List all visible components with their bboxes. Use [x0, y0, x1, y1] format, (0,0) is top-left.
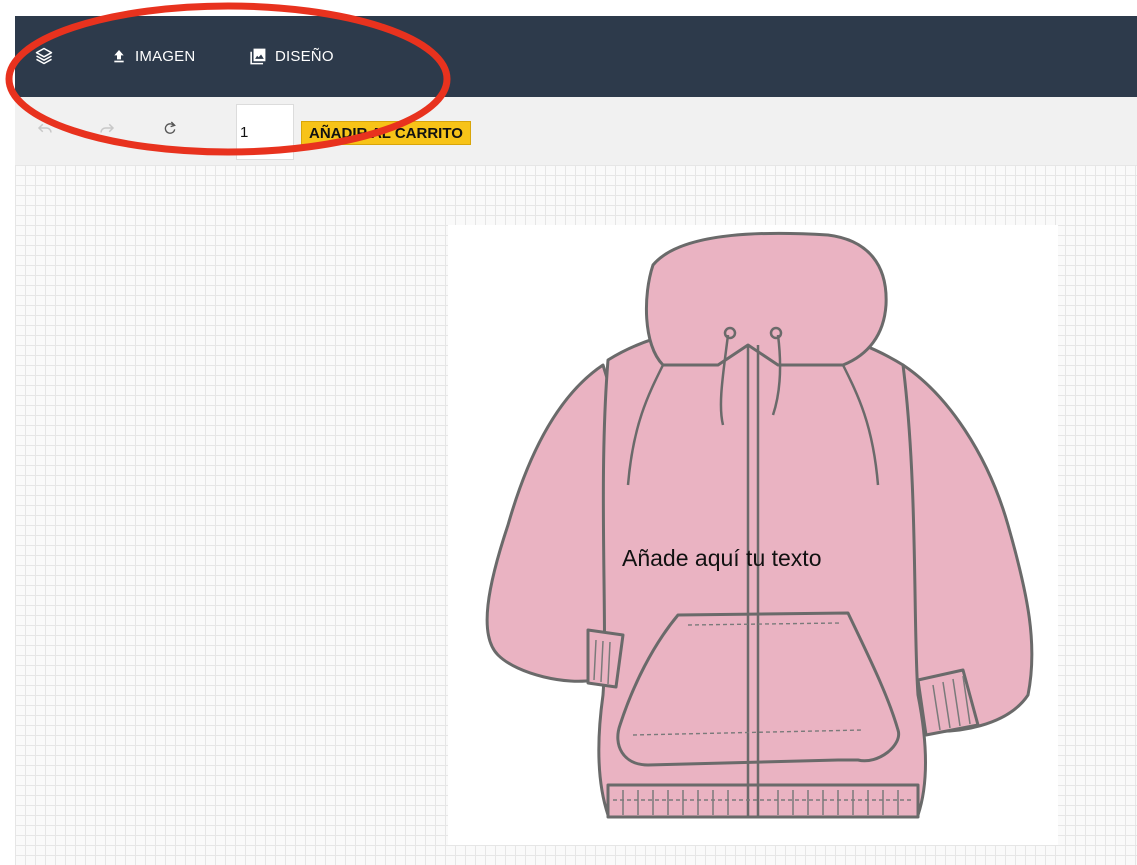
- layers-icon: [34, 46, 54, 66]
- product-image: [448, 225, 1058, 845]
- undo-button[interactable]: [36, 121, 54, 139]
- undo-icon: [36, 119, 54, 142]
- upload-icon: [111, 48, 127, 64]
- upload-image-label: IMAGEN: [135, 47, 196, 65]
- add-to-cart-button[interactable]: AÑADIR AL CARRITO: [301, 121, 471, 145]
- upload-image-button[interactable]: IMAGEN: [111, 44, 195, 68]
- image-icon: [248, 47, 267, 66]
- design-label: DISEÑO: [275, 47, 334, 65]
- reset-button[interactable]: [161, 121, 179, 139]
- design-canvas[interactable]: [15, 165, 1137, 865]
- hoodie-illustration: [485, 231, 1034, 819]
- redo-button[interactable]: [98, 121, 116, 139]
- design-text-element[interactable]: Añade aquí tu texto: [622, 545, 822, 572]
- refresh-icon: [162, 120, 178, 141]
- redo-icon: [98, 119, 116, 142]
- design-button[interactable]: DISEÑO: [248, 44, 334, 68]
- quantity-input[interactable]: [236, 104, 294, 160]
- designer-page: IMAGEN DISEÑO 1 AÑADIR AL CARRITO Añade …: [0, 0, 1137, 865]
- top-navbar: IMAGEN DISEÑO: [15, 16, 1137, 97]
- editor-toolbar: AÑADIR AL CARRITO: [15, 97, 1137, 165]
- layers-button[interactable]: [34, 44, 54, 68]
